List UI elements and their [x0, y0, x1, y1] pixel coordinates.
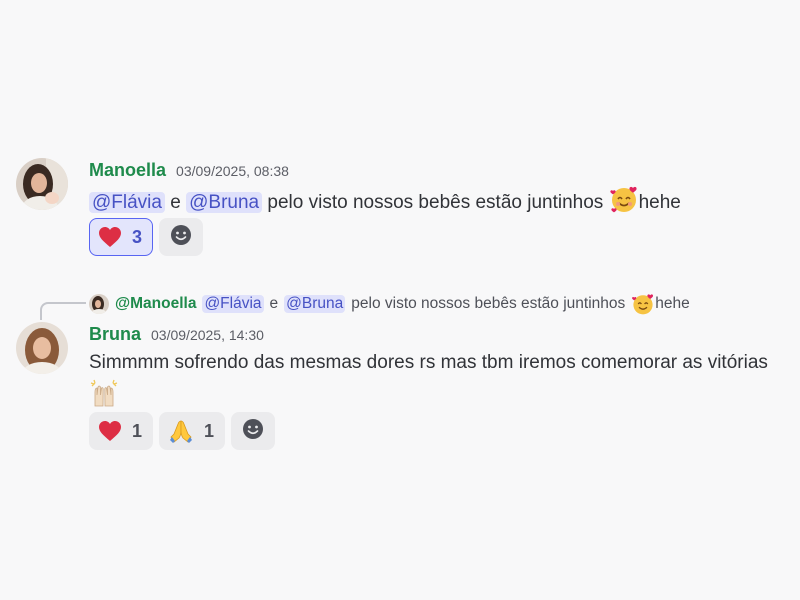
reaction-heart[interactable]: 1 — [89, 412, 154, 450]
mention-flavia[interactable]: @Flávia — [89, 192, 165, 213]
heart-icon — [98, 420, 122, 442]
mention-bruna[interactable]: @Bruna — [186, 192, 263, 213]
raising-hands-icon — [89, 378, 119, 408]
smiling-face-with-hearts-icon — [609, 184, 639, 214]
message-timestamp: 03/09/2025, 14:30 — [151, 327, 264, 343]
smiling-face-with-hearts-icon — [631, 292, 655, 316]
folded-hands-icon — [168, 419, 194, 443]
smiley-icon — [170, 224, 192, 251]
reactions-bar: 3 — [89, 218, 204, 256]
message-header: Manoella 03/09/2025, 08:38 — [89, 160, 289, 181]
reply-connector-text: e — [269, 295, 279, 312]
reaction-count: 1 — [204, 420, 215, 441]
add-reaction-button[interactable] — [231, 412, 276, 450]
author-name[interactable]: Manoella — [89, 160, 166, 181]
smiley-icon — [242, 418, 264, 445]
reply-avatar-manoella — [89, 294, 109, 314]
reaction-count: 1 — [132, 420, 143, 441]
reply-mention-flavia[interactable]: @Flávia — [202, 295, 264, 313]
heart-icon — [98, 226, 122, 248]
message-content: Simmmm sofrendo das mesmas dores rs mas … — [89, 348, 769, 412]
message-text-after: hehe — [638, 192, 681, 213]
message-timestamp: 03/09/2025, 08:38 — [176, 163, 289, 179]
message-header: Bruna 03/09/2025, 14:30 — [89, 324, 264, 345]
reactions-bar: 1 1 — [89, 412, 276, 450]
avatar-bruna[interactable] — [16, 322, 68, 374]
reaction-heart[interactable]: 3 — [89, 218, 154, 256]
connector-text: e — [170, 192, 181, 213]
reply-text-after: hehe — [655, 295, 690, 312]
add-reaction-button[interactable] — [159, 218, 204, 256]
reply-author[interactable]: @Manoella — [115, 295, 196, 313]
reaction-folded-hands[interactable]: 1 — [159, 412, 226, 450]
avatar-manoella[interactable] — [16, 158, 68, 210]
message-text: pelo visto nossos bebês estão juntinhos — [267, 192, 604, 213]
reply-preview[interactable]: @Manoella @Flávia e @Bruna pelo visto no… — [89, 292, 690, 316]
chat-messages: Manoella 03/09/2025, 08:38 @Flávia e @Br… — [0, 0, 800, 600]
reaction-count: 3 — [132, 226, 143, 247]
reply-connector-line — [40, 302, 86, 320]
author-name[interactable]: Bruna — [89, 324, 141, 345]
message-text: Simmmm sofrendo das mesmas dores rs mas … — [89, 352, 768, 373]
reply-mention-bruna[interactable]: @Bruna — [284, 295, 346, 313]
reply-text: pelo visto nossos bebês estão juntinhos — [351, 295, 626, 312]
message-content: @Flávia e @Bruna pelo visto nossos bebês… — [89, 184, 769, 218]
